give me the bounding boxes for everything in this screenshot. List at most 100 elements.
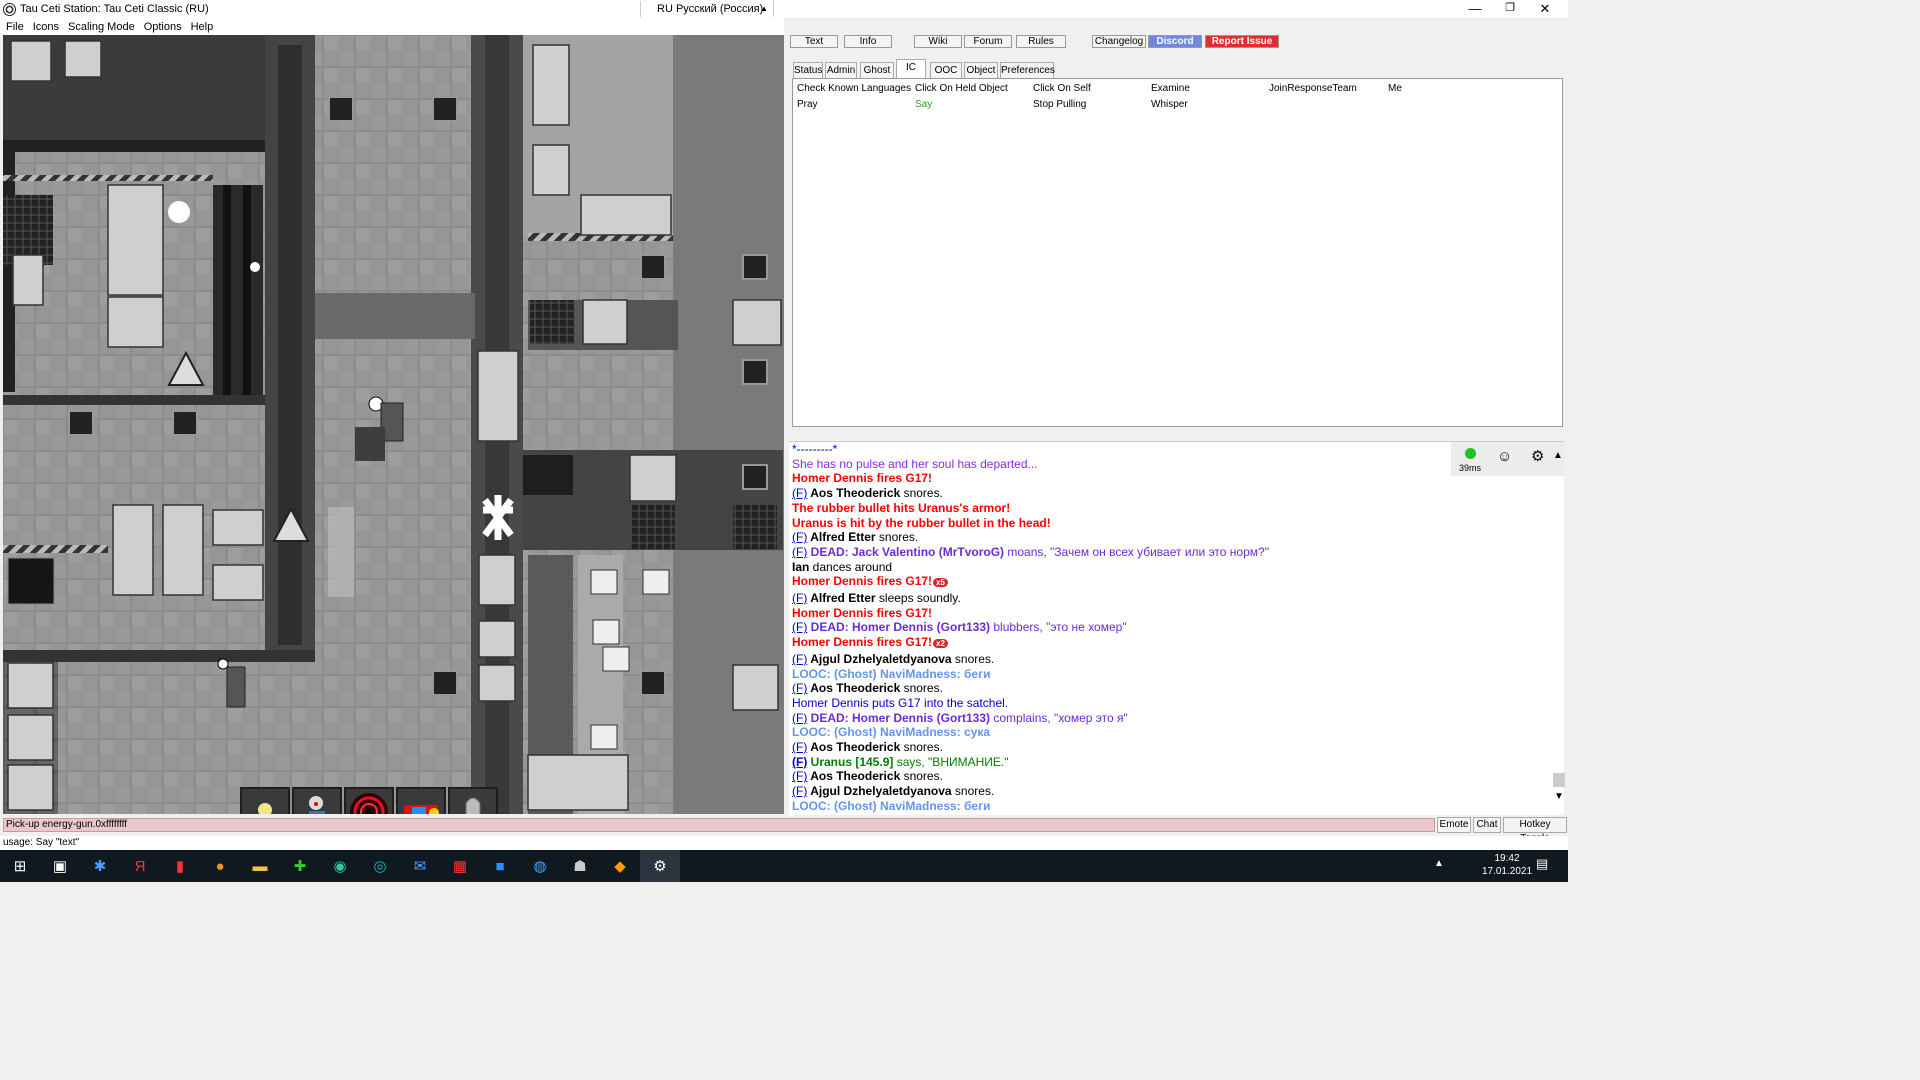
hotbar-slot-fire[interactable]: [396, 787, 446, 814]
hotbar-slot-clown[interactable]: [292, 787, 342, 814]
verb-click-on-self[interactable]: Click On Self: [1033, 83, 1091, 94]
emoji-icon[interactable]: ☺: [1497, 448, 1512, 465]
follow-link[interactable]: (F): [792, 486, 807, 500]
tab-object[interactable]: Object: [964, 62, 998, 78]
chat-message: Homer Dennis fires G17! x5: [792, 574, 1452, 591]
folder-icon[interactable]: ▬: [240, 850, 280, 882]
language-select[interactable]: RU Русский (Россия) ▲▼: [640, 1, 774, 29]
tab-ooc[interactable]: OOC: [930, 62, 962, 78]
chat-text: snores.: [900, 740, 943, 755]
follow-link[interactable]: (F): [792, 711, 807, 725]
chat-message: (F) Uranus [145.9] says, "ВНИМАНИЕ.": [792, 755, 1452, 770]
close-icon[interactable]: ✕: [1522, 0, 1568, 18]
tab-admin[interactable]: Admin: [825, 62, 857, 78]
chat-text: Homer Dennis puts G17 into the satchel.: [792, 695, 1009, 710]
follow-link[interactable]: (F): [792, 545, 807, 559]
chat-message: LOOC: (Ghost) NaviMadness: беги: [792, 799, 1452, 814]
store-icon[interactable]: ▦: [440, 850, 480, 882]
chat-message: Homer Dennis fires G17! x2: [792, 635, 1452, 652]
hotbar-slot-light[interactable]: [240, 787, 290, 814]
forum-button[interactable]: Forum: [964, 35, 1012, 48]
verb-pray[interactable]: Pray: [797, 99, 818, 110]
menu-scaling-mode[interactable]: Scaling Mode: [68, 21, 135, 33]
clock[interactable]: 19:42 17.01.2021: [1480, 852, 1534, 878]
hotbar-slot-portal[interactable]: [344, 787, 394, 814]
info-button[interactable]: Info: [844, 35, 892, 48]
hotkey-toggle-button[interactable]: Hotkey Toggle: [1503, 817, 1567, 844]
notification-icon[interactable]: ▤: [1536, 856, 1548, 872]
chat-message: Homer Dennis fires G17!: [792, 606, 1452, 621]
chat-log[interactable]: *---------* She has no pulse and her soul…: [792, 442, 1452, 815]
rules-button[interactable]: Rules: [1016, 35, 1066, 48]
mail-icon[interactable]: ✉: [400, 850, 440, 882]
app-icon-1[interactable]: ✱: [80, 850, 120, 882]
menu-file[interactable]: File: [6, 21, 24, 33]
chat-message: (F) DEAD: Homer Dennis (Gort133) blubber…: [792, 620, 1452, 635]
hotbar-slot-ghost[interactable]: [448, 787, 498, 814]
text-button[interactable]: Text: [790, 35, 838, 48]
menu-icons[interactable]: Icons: [33, 21, 59, 33]
chat-text: Aos Theoderick: [807, 681, 901, 696]
app-icon-13[interactable]: ☗: [560, 850, 600, 882]
yandex-icon[interactable]: Я: [120, 850, 160, 882]
zoom-icon[interactable]: ■: [480, 850, 520, 882]
app-icon-3[interactable]: ▮: [160, 850, 200, 882]
follow-link[interactable]: (F): [792, 530, 807, 544]
follow-link[interactable]: (F): [792, 769, 807, 783]
wiki-button[interactable]: Wiki: [914, 35, 962, 48]
verb-say[interactable]: Say: [915, 99, 932, 110]
chat-text: The rubber bullet hits Uranus's armor!: [792, 500, 1011, 515]
follow-link[interactable]: (F): [792, 591, 807, 605]
follow-link[interactable]: (F): [792, 620, 807, 634]
chat-text: Homer Dennis fires G17!: [792, 471, 933, 486]
changelog-button[interactable]: Changelog: [1092, 35, 1146, 48]
emote-button[interactable]: Emote: [1437, 817, 1471, 833]
verb-whisper[interactable]: Whisper: [1151, 99, 1188, 110]
tab-ghost[interactable]: Ghost: [860, 62, 894, 78]
app-icon-14[interactable]: ◆: [600, 850, 640, 882]
firefox-icon[interactable]: ●: [200, 850, 240, 882]
repeat-count-badge: x2: [933, 639, 948, 649]
gear-icon[interactable]: ⚙: [1531, 447, 1544, 465]
byond-icon[interactable]: ⚙: [640, 850, 680, 882]
verb-examine[interactable]: Examine: [1151, 83, 1190, 94]
chat-scrollbar[interactable]: ▼: [1550, 35, 1568, 815]
chevron-up-tray-icon[interactable]: ▲: [1434, 858, 1444, 869]
scrollbar-thumb[interactable]: [1553, 773, 1565, 787]
tab-preferences[interactable]: Preferences: [1000, 62, 1055, 78]
game-map-viewport[interactable]: [3, 35, 784, 814]
verb-click-on-held-object[interactable]: Click On Held Object: [915, 83, 1008, 94]
verb-me[interactable]: Me: [1388, 83, 1402, 94]
verb-stop-pulling[interactable]: Stop Pulling: [1033, 99, 1086, 110]
chat-message: (F) DEAD: Jack Valentino (MrTvoroG) moan…: [792, 545, 1452, 560]
report-issue-button[interactable]: Report Issue: [1205, 35, 1279, 48]
chat-text: sleeps soundly.: [875, 591, 961, 606]
chat-message: Homer Dennis puts G17 into the satchel.: [792, 696, 1452, 711]
windows-start-icon[interactable]: ⊞: [0, 850, 40, 882]
follow-link[interactable]: (F): [792, 740, 807, 754]
app-icon-6[interactable]: ✚: [280, 850, 320, 882]
tab-ic[interactable]: IC: [896, 59, 926, 78]
app-icon-7[interactable]: ◉: [320, 850, 360, 882]
command-input[interactable]: usage: Say "text": [0, 836, 1568, 850]
tab-status[interactable]: Status: [793, 62, 823, 78]
app-icon-12[interactable]: ◍: [520, 850, 560, 882]
status-line: Pick-up energy-gun.0xffffffff: [3, 818, 1435, 832]
follow-link[interactable]: (F): [792, 755, 807, 769]
chat-text: Ajgul Dzhelyaletdyanova: [807, 651, 952, 666]
menu-options[interactable]: Options: [144, 21, 182, 33]
follow-link[interactable]: (F): [792, 681, 807, 695]
chevron-down-icon[interactable]: ▼: [1554, 791, 1564, 802]
edge-icon[interactable]: ◎: [360, 850, 400, 882]
chat-text: snores.: [951, 651, 995, 666]
follow-link[interactable]: (F): [792, 652, 807, 666]
task-view-icon[interactable]: ▣: [40, 850, 80, 882]
verb-join-response-team[interactable]: JoinResponseTeam: [1269, 83, 1357, 94]
discord-button[interactable]: Discord: [1148, 35, 1202, 48]
verb-check-known-languages[interactable]: Check Known Languages: [797, 83, 911, 94]
chat-message: (F) Ajgul Dzhelyaletdyanova snores.: [792, 652, 1452, 667]
menu-help[interactable]: Help: [191, 21, 214, 33]
chat-button[interactable]: Chat: [1473, 817, 1501, 833]
chat-message: The rubber bullet hits Uranus's armor!: [792, 501, 1452, 516]
follow-link[interactable]: (F): [792, 784, 807, 798]
